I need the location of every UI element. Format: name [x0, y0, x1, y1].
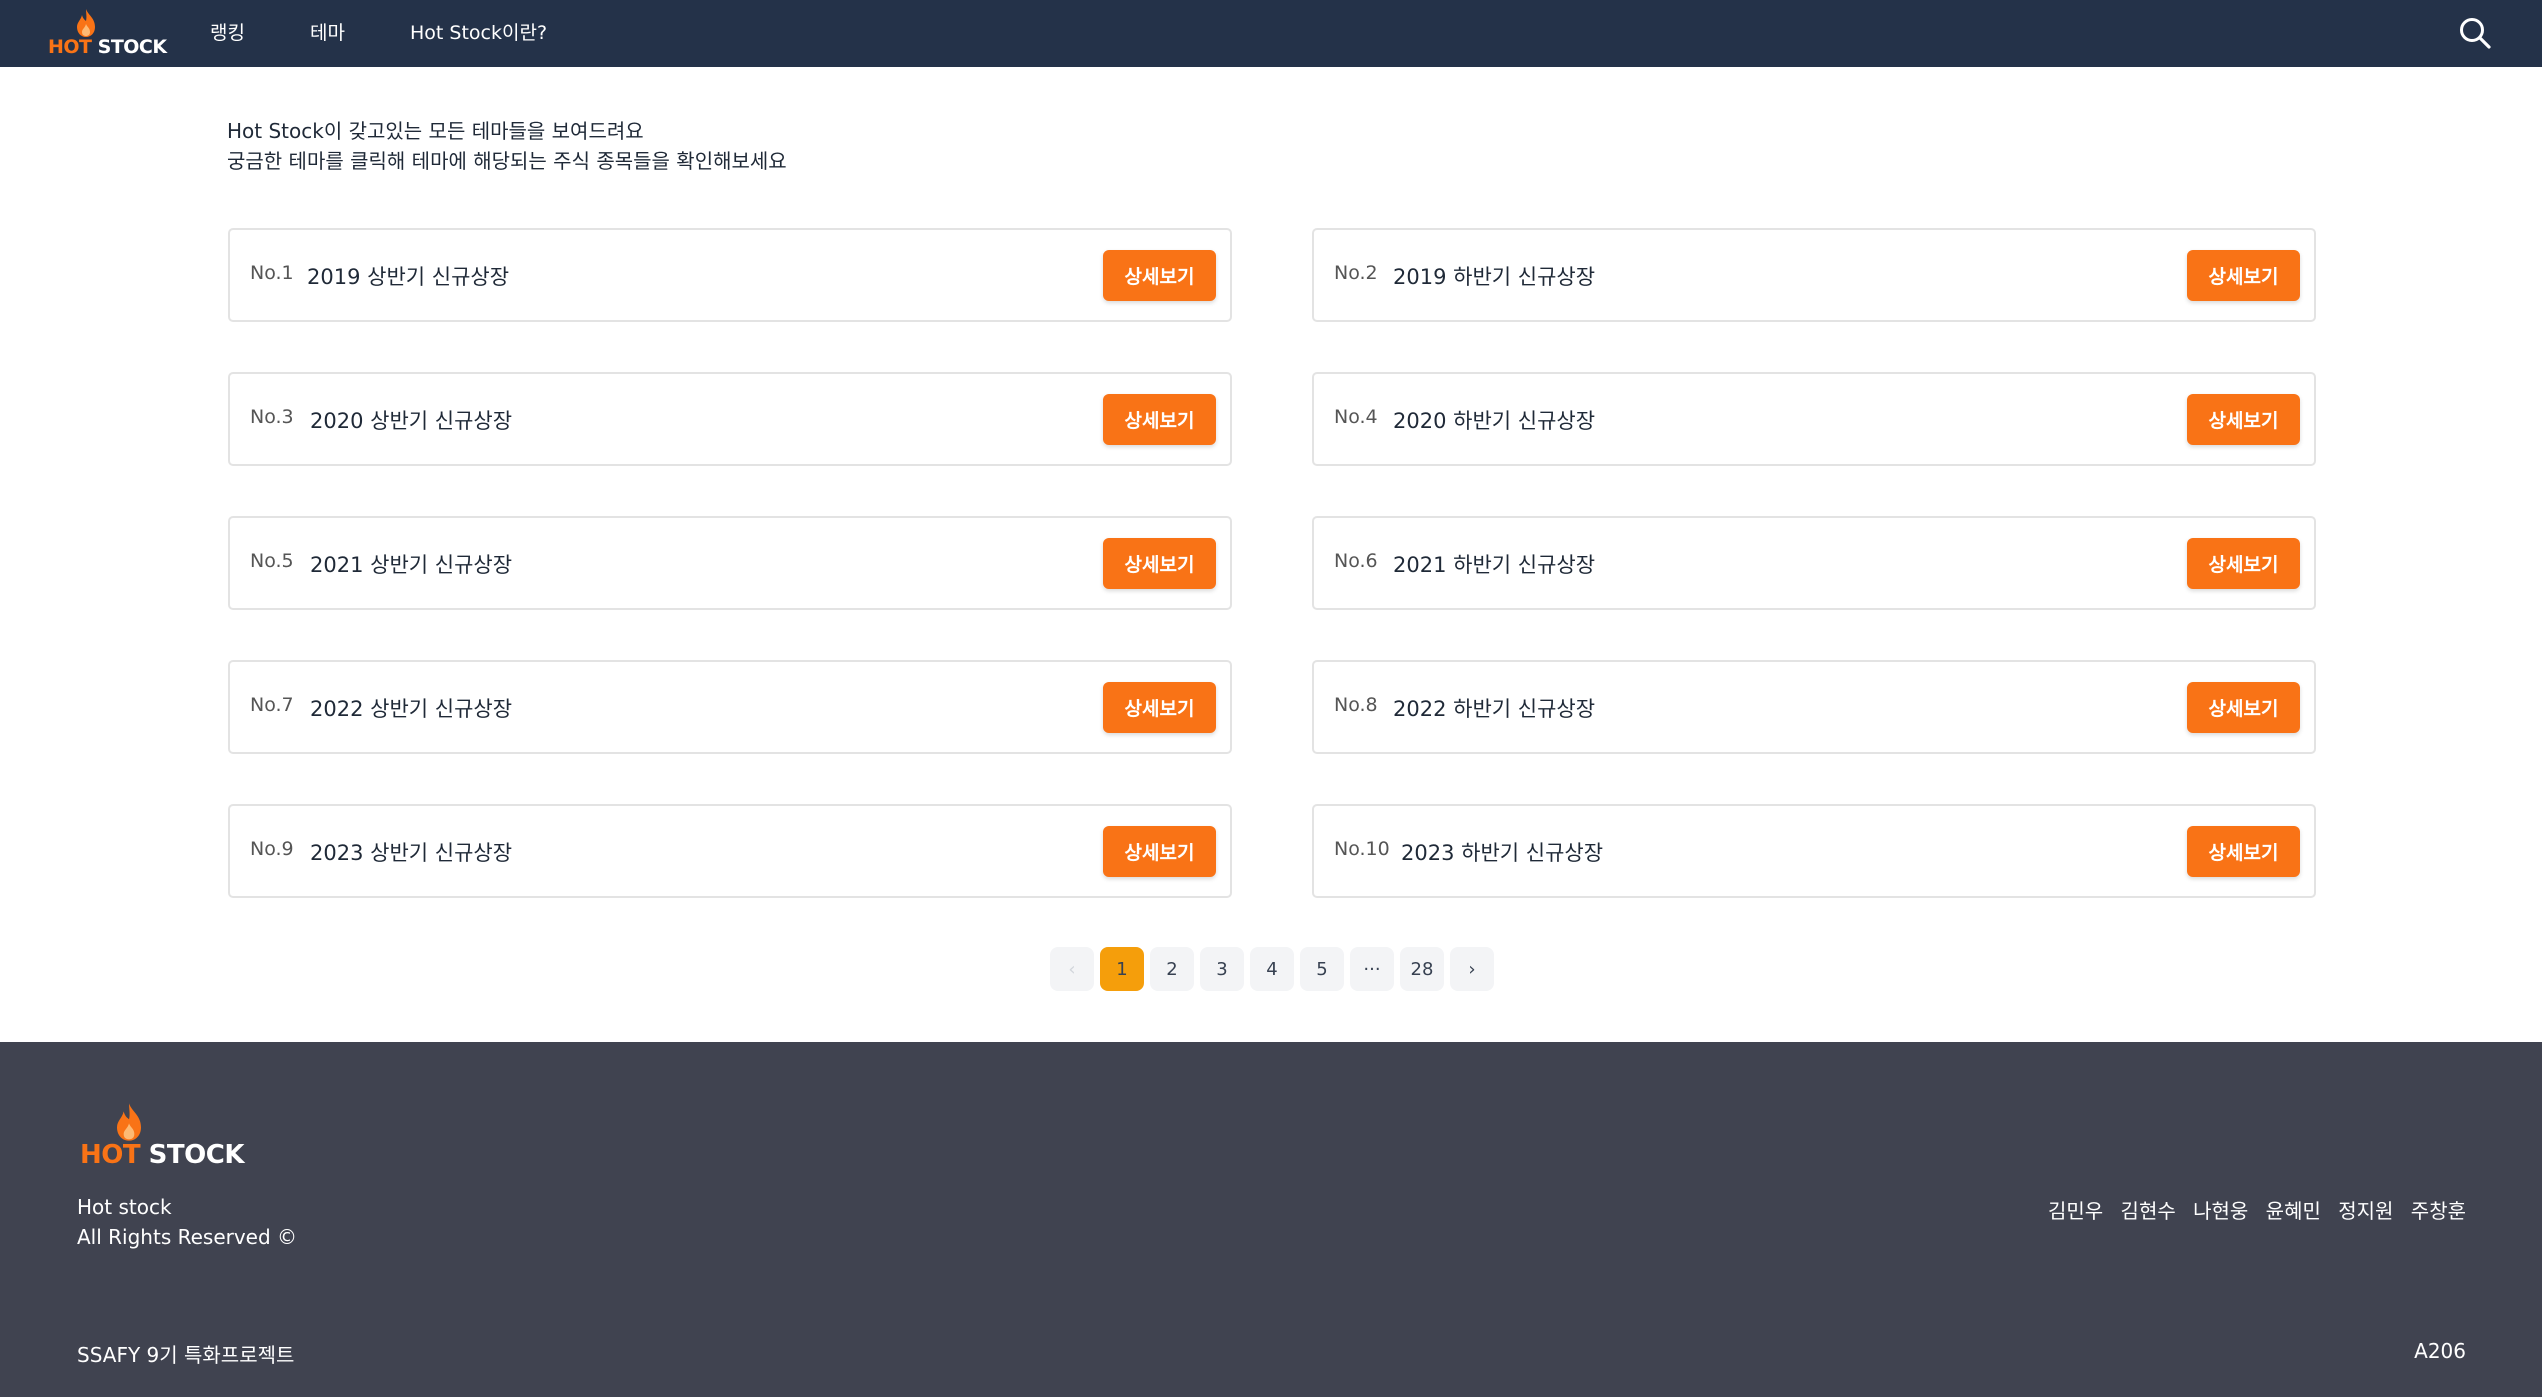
- detail-button[interactable]: 상세보기: [1103, 682, 1216, 733]
- detail-button[interactable]: 상세보기: [1103, 394, 1216, 445]
- theme-title: 2021 상반기 신규상장: [310, 553, 513, 577]
- theme-title: 2019 하반기 신규상장: [1393, 265, 1596, 289]
- theme-card[interactable]: No.2 2019 하반기 신규상장 상세보기: [1312, 228, 2316, 322]
- detail-button[interactable]: 상세보기: [1103, 538, 1216, 589]
- member-name: 김현수: [2120, 1199, 2176, 1223]
- logo-text: HOT STOCK: [48, 36, 167, 58]
- page-intro: Hot Stock이 갖고있는 모든 테마들을 보여드려요 궁금한 테마를 클릭…: [227, 116, 787, 176]
- detail-button[interactable]: 상세보기: [2187, 250, 2300, 301]
- detail-button[interactable]: 상세보기: [1103, 250, 1216, 301]
- theme-card[interactable]: No.8 2022 하반기 신규상장 상세보기: [1312, 660, 2316, 754]
- pagination-page[interactable]: 3: [1200, 947, 1244, 991]
- theme-number: No.6: [1334, 550, 1378, 572]
- member-name: 김민우: [2047, 1199, 2104, 1223]
- pagination-page[interactable]: 1: [1100, 947, 1144, 991]
- theme-number: No.7: [250, 694, 294, 716]
- theme-card[interactable]: No.5 2021 상반기 신규상장 상세보기: [228, 516, 1232, 610]
- top-navigation-bar: HOT STOCK 랭킹 테마 Hot Stock이란?: [0, 0, 2542, 67]
- theme-card[interactable]: No.7 2022 상반기 신규상장 상세보기: [228, 660, 1232, 754]
- theme-number: No.10: [1334, 838, 1390, 860]
- theme-card[interactable]: No.10 2023 하반기 신규상장 상세보기: [1312, 804, 2316, 898]
- pagination-page[interactable]: 28: [1400, 947, 1444, 991]
- footer-team-code: A206: [2414, 1339, 2466, 1363]
- search-button[interactable]: [2458, 16, 2492, 50]
- pagination-page[interactable]: 2: [1150, 947, 1194, 991]
- flame-icon: [117, 1103, 141, 1141]
- logo-stock-text: STOCK: [97, 36, 167, 58]
- pagination-page[interactable]: 4: [1250, 947, 1294, 991]
- theme-card[interactable]: No.4 2020 하반기 신규상장 상세보기: [1312, 372, 2316, 466]
- footer: HOT STOCK Hot stock All Rights Reserved …: [0, 1042, 2542, 1397]
- theme-title: 2023 하반기 신규상장: [1401, 841, 1604, 865]
- detail-button[interactable]: 상세보기: [2187, 394, 2300, 445]
- theme-number: No.9: [250, 838, 294, 860]
- theme-number: No.3: [250, 406, 294, 428]
- logo-stock-text: STOCK: [148, 1140, 245, 1170]
- nav-ranking[interactable]: 랭킹: [210, 18, 245, 45]
- theme-title: 2020 하반기 신규상장: [1393, 409, 1596, 433]
- theme-title: 2020 상반기 신규상장: [310, 409, 513, 433]
- theme-title: 2022 하반기 신규상장: [1393, 697, 1596, 721]
- theme-title: 2021 하반기 신규상장: [1393, 553, 1596, 577]
- intro-line-1: Hot Stock이 갖고있는 모든 테마들을 보여드려요: [227, 119, 644, 143]
- nav-theme[interactable]: 테마: [310, 18, 345, 45]
- theme-title: 2022 상반기 신규상장: [310, 697, 513, 721]
- theme-number: No.1: [250, 262, 294, 284]
- footer-site-name: Hot stock: [77, 1195, 172, 1219]
- theme-number: No.5: [250, 550, 294, 572]
- member-name: 나현웅: [2193, 1199, 2249, 1223]
- theme-card[interactable]: No.1 2019 상반기 신규상장 상세보기: [228, 228, 1232, 322]
- logo-hot-text: HOT: [48, 36, 92, 58]
- pagination-prev[interactable]: ‹: [1050, 947, 1094, 991]
- theme-title: 2023 상반기 신규상장: [310, 841, 513, 865]
- logo-text: HOT STOCK: [80, 1140, 244, 1170]
- member-name: 정지원: [2338, 1199, 2394, 1223]
- pagination-next[interactable]: ›: [1450, 947, 1494, 991]
- detail-button[interactable]: 상세보기: [2187, 826, 2300, 877]
- detail-button[interactable]: 상세보기: [1103, 826, 1216, 877]
- footer-members: 김민우 김현수 나현웅 윤혜민 정지원 주창훈: [2037, 1195, 2466, 1224]
- theme-card[interactable]: No.3 2020 상반기 신규상장 상세보기: [228, 372, 1232, 466]
- footer-copyright: All Rights Reserved ©: [77, 1225, 298, 1249]
- hot-stock-logo[interactable]: HOT STOCK: [48, 8, 167, 58]
- flame-icon: [77, 9, 95, 37]
- theme-number: No.4: [1334, 406, 1378, 428]
- footer-project-name: SSAFY 9기 특화프로젝트: [77, 1343, 295, 1367]
- intro-line-2: 궁금한 테마를 클릭해 테마에 해당되는 주식 종목들을 확인해보세요: [227, 149, 787, 173]
- member-name: 윤혜민: [2265, 1199, 2321, 1223]
- nav-about[interactable]: Hot Stock이란?: [410, 18, 547, 45]
- theme-title: 2019 상반기 신규상장: [307, 265, 510, 289]
- footer-logo: HOT STOCK: [80, 1102, 244, 1170]
- search-icon: [2460, 18, 2491, 49]
- theme-card[interactable]: No.9 2023 상반기 신규상장 상세보기: [228, 804, 1232, 898]
- logo-hot-text: HOT: [80, 1140, 141, 1170]
- theme-number: No.8: [1334, 694, 1378, 716]
- pagination-ellipsis[interactable]: ···: [1350, 947, 1394, 991]
- member-name: 주창훈: [2410, 1199, 2466, 1223]
- theme-number: No.2: [1334, 262, 1378, 284]
- theme-card[interactable]: No.6 2021 하반기 신규상장 상세보기: [1312, 516, 2316, 610]
- detail-button[interactable]: 상세보기: [2187, 538, 2300, 589]
- pagination-page[interactable]: 5: [1300, 947, 1344, 991]
- detail-button[interactable]: 상세보기: [2187, 682, 2300, 733]
